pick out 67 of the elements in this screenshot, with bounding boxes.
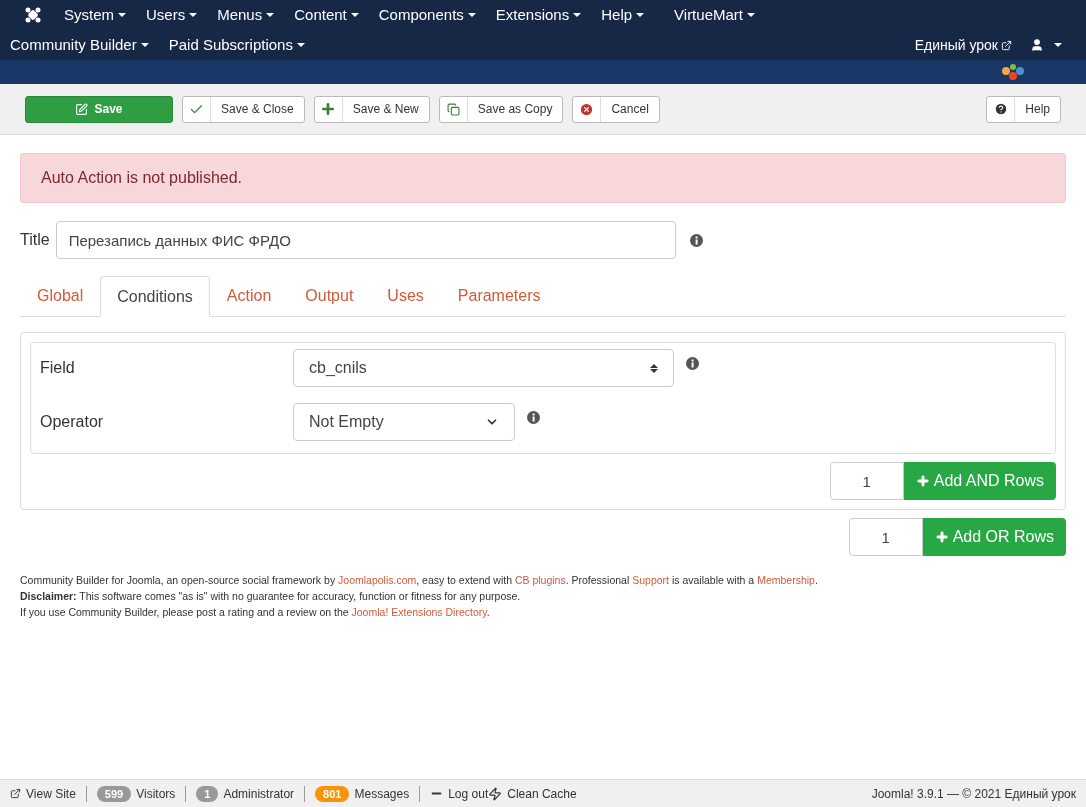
tab[interactable]: Uses <box>370 276 441 316</box>
menu-item[interactable]: Community Builder <box>0 33 159 57</box>
footer-text: Community Builder for Joomla, an open-source social framework by Joomlapolis.com, easy to extend with CB plugins. Professional Support is available with a Membership. <box>20 573 819 588</box>
toolbar-button[interactable]: Save & Close <box>182 95 305 123</box>
info-icon <box>527 410 540 424</box>
menu-item[interactable]: System <box>54 3 136 27</box>
menu-item[interactable]: VirtueMart <box>664 3 765 27</box>
tab[interactable]: Parameters <box>440 276 558 316</box>
row-count-field[interactable]: 1 <box>829 462 904 500</box>
toolbar-button[interactable]: Save as Copy <box>438 95 564 123</box>
menu-item[interactable]: Users <box>136 3 208 27</box>
row-count-field[interactable]: 1 <box>848 518 923 556</box>
cancel-icon <box>579 101 595 117</box>
footer-link[interactable]: Joomla! Extensions Directory <box>351 606 487 618</box>
count-badge: 599 <box>96 785 132 802</box>
logo-icon <box>1000 63 1026 81</box>
user-icon <box>1030 38 1044 52</box>
footer-link[interactable]: Support <box>632 574 669 586</box>
help-icon <box>993 102 1008 116</box>
external-link-icon <box>10 788 21 799</box>
menu-item[interactable]: Components <box>368 3 486 27</box>
lightning-icon <box>488 786 503 801</box>
menu-item[interactable]: Menus <box>207 3 285 27</box>
title-field[interactable]: Перезапись данных ФИС ФРДО <box>55 221 676 259</box>
plus-icon <box>934 530 949 544</box>
status-link[interactable]: 599 Visitors <box>96 784 176 803</box>
version-text: Joomla! 3.9.1 — © 2021 Единый урок <box>871 785 1076 803</box>
tab[interactable]: Conditions <box>100 276 210 317</box>
toolbar-button[interactable]: Cancel <box>572 95 660 123</box>
copy-icon <box>446 102 460 116</box>
sort-arrows-icon <box>650 363 658 373</box>
select-field[interactable]: cb_cnils <box>293 349 674 387</box>
edit-icon <box>75 102 89 116</box>
footer-link[interactable]: Membership <box>757 574 815 586</box>
joomla-logo-icon <box>24 6 42 24</box>
count-badge: 801 <box>315 785 350 802</box>
site-link[interactable]: Единый урок <box>914 34 1012 56</box>
select-field[interactable]: Not Empty <box>293 403 515 441</box>
status-link[interactable]: Clean Cache <box>488 784 577 803</box>
status-link[interactable]: 1 Administrator <box>196 784 295 803</box>
tab[interactable]: Global <box>20 276 101 316</box>
user-menu-button[interactable] <box>1030 38 1062 52</box>
alert-message: Auto Action is not published. <box>20 153 1066 203</box>
tab[interactable]: Action <box>209 276 289 316</box>
caret-icon <box>1054 43 1062 47</box>
footer-link[interactable]: CB plugins <box>514 574 566 586</box>
footer-text: If you use Community Builder, please post a rating and a review on the Joomla! Extensions Directory. <box>20 605 491 620</box>
footer-text: Disclaimer: This software comes "as is" with no guarantee for accuracy, function or fitness for any purpose. <box>20 589 522 604</box>
plus-icon <box>915 474 930 488</box>
tab[interactable]: Output <box>288 276 371 316</box>
field-label: Operator <box>40 412 105 432</box>
menu-item[interactable]: Paid Subscriptions <box>158 33 315 57</box>
info-icon <box>689 233 703 247</box>
toolbar-button[interactable]: Save & New <box>313 95 430 123</box>
help-button[interactable]: Help <box>986 95 1061 123</box>
menu-item[interactable]: Help <box>591 3 655 27</box>
status-link[interactable]: View Site <box>10 784 76 803</box>
field-label: Title <box>20 230 50 250</box>
status-link[interactable]: Log out <box>430 784 489 803</box>
field-label: Field <box>40 358 76 378</box>
status-link[interactable]: 801 Messages <box>315 784 410 803</box>
count-badge: 1 <box>196 785 219 802</box>
external-link-icon <box>1001 39 1012 51</box>
menu-item[interactable]: Content <box>284 3 369 27</box>
info-icon <box>686 356 699 370</box>
plus-icon <box>320 101 337 117</box>
menu-item[interactable]: Extensions <box>485 3 592 27</box>
